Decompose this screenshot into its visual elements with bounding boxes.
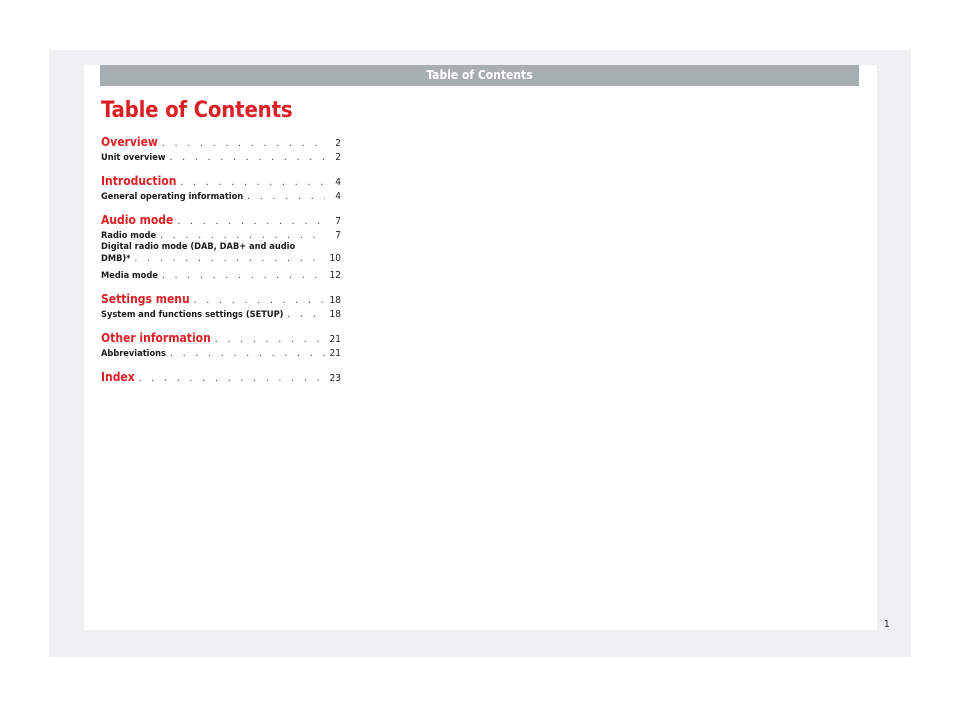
toc-label: Media mode bbox=[101, 270, 158, 281]
leader-dots: . . . . . . . . . . . . . . . . . . . . … bbox=[138, 373, 325, 384]
toc-label: Other information bbox=[101, 331, 211, 345]
toc-entry-index[interactable]: Index . . . . . . . . . . . . . . . . . … bbox=[101, 368, 341, 384]
toc-label: DMB)* bbox=[101, 253, 131, 264]
running-header: Table of Contents bbox=[100, 65, 859, 86]
leader-dots: . . . . . . . . . . . . . . . . . . . . … bbox=[180, 177, 325, 188]
toc-page-number: 21 bbox=[329, 348, 341, 359]
leader-dots: . . . . . . . . . . . . . . . . . . . . … bbox=[134, 253, 326, 264]
leader-dots: . . . . . . . . . . . . . . . . . . . . … bbox=[214, 334, 325, 345]
toc-page-number: 4 bbox=[335, 191, 341, 202]
toc-page-number: 12 bbox=[329, 270, 341, 281]
leader-dots: . . . . . . . . . . . . . . . . . . . . … bbox=[287, 309, 325, 320]
toc-entry-digital-radio-mode-tail: DMB)* . . . . . . . . . . . . . . . . . … bbox=[101, 253, 341, 265]
toc-page-number: 18 bbox=[329, 295, 341, 306]
toc-label: Abbreviations bbox=[101, 348, 166, 359]
leader-dots: . . . . . . . . . . . . . . . . . . . . … bbox=[193, 295, 325, 306]
toc-entry-settings-menu[interactable]: Settings menu . . . . . . . . . . . . . … bbox=[101, 290, 341, 306]
toc-label: Overview bbox=[101, 135, 158, 149]
toc-label: Index bbox=[101, 370, 135, 384]
toc-page-number: 4 bbox=[335, 177, 341, 188]
toc-entry-other-information[interactable]: Other information . . . . . . . . . . . … bbox=[101, 329, 341, 345]
toc-label: Unit overview bbox=[101, 152, 166, 163]
leader-dots: . . . . . . . . . . . . . . . . . . . . … bbox=[161, 270, 325, 281]
toc-entry-system-settings[interactable]: System and functions settings (SETUP) . … bbox=[101, 306, 341, 320]
leader-dots: . . . . . . . . . . . . . . . . . . . . … bbox=[247, 191, 325, 202]
toc-entry-unit-overview[interactable]: Unit overview . . . . . . . . . . . . . … bbox=[101, 149, 341, 163]
toc-entry-introduction[interactable]: Introduction . . . . . . . . . . . . . .… bbox=[101, 172, 341, 188]
toc-entry-audio-mode[interactable]: Audio mode . . . . . . . . . . . . . . .… bbox=[101, 211, 341, 227]
toc-label: Introduction bbox=[101, 174, 177, 188]
toc-entry-media-mode[interactable]: Media mode . . . . . . . . . . . . . . .… bbox=[101, 267, 341, 281]
leader-dots: . . . . . . . . . . . . . . . . . . . . … bbox=[160, 230, 325, 241]
toc-label: General operating information bbox=[101, 191, 244, 202]
page-number: 1 bbox=[884, 619, 890, 630]
toc-page-number: 21 bbox=[329, 334, 341, 345]
leader-dots: . . . . . . . . . . . . . . . . . . . . … bbox=[169, 348, 325, 359]
toc-entry-overview[interactable]: Overview . . . . . . . . . . . . . . . .… bbox=[101, 133, 341, 149]
toc-label: Audio mode bbox=[101, 213, 174, 227]
page-title: Table of Contents bbox=[101, 98, 293, 123]
toc-entry-abbreviations[interactable]: Abbreviations . . . . . . . . . . . . . … bbox=[101, 345, 341, 359]
leader-dots: . . . . . . . . . . . . . . . . . . . . … bbox=[177, 216, 325, 227]
toc-page-number: 18 bbox=[329, 309, 341, 320]
table-of-contents: Overview . . . . . . . . . . . . . . . .… bbox=[101, 133, 341, 384]
toc-page-number: 23 bbox=[329, 373, 341, 384]
toc-entry-general-operating-information[interactable]: General operating information . . . . . … bbox=[101, 188, 341, 202]
toc-page-number: 7 bbox=[335, 230, 341, 241]
toc-label: System and functions settings (SETUP) bbox=[101, 309, 284, 320]
toc-label: Radio mode bbox=[101, 230, 157, 241]
toc-page-number: 7 bbox=[335, 216, 341, 227]
toc-entry-digital-radio-mode[interactable]: Digital radio mode (DAB, DAB+ and audio … bbox=[101, 241, 341, 265]
leader-dots: . . . . . . . . . . . . . . . . . . . . … bbox=[169, 152, 325, 163]
toc-page-number: 10 bbox=[329, 253, 341, 264]
toc-label-line: Digital radio mode (DAB, DAB+ and audio bbox=[101, 241, 296, 252]
toc-entry-radio-mode[interactable]: Radio mode . . . . . . . . . . . . . . .… bbox=[101, 227, 341, 241]
toc-page-number: 2 bbox=[335, 152, 341, 163]
toc-page-number: 2 bbox=[335, 138, 341, 149]
toc-label: Settings menu bbox=[101, 292, 190, 306]
leader-dots: . . . . . . . . . . . . . . . . . . . . … bbox=[161, 138, 325, 149]
